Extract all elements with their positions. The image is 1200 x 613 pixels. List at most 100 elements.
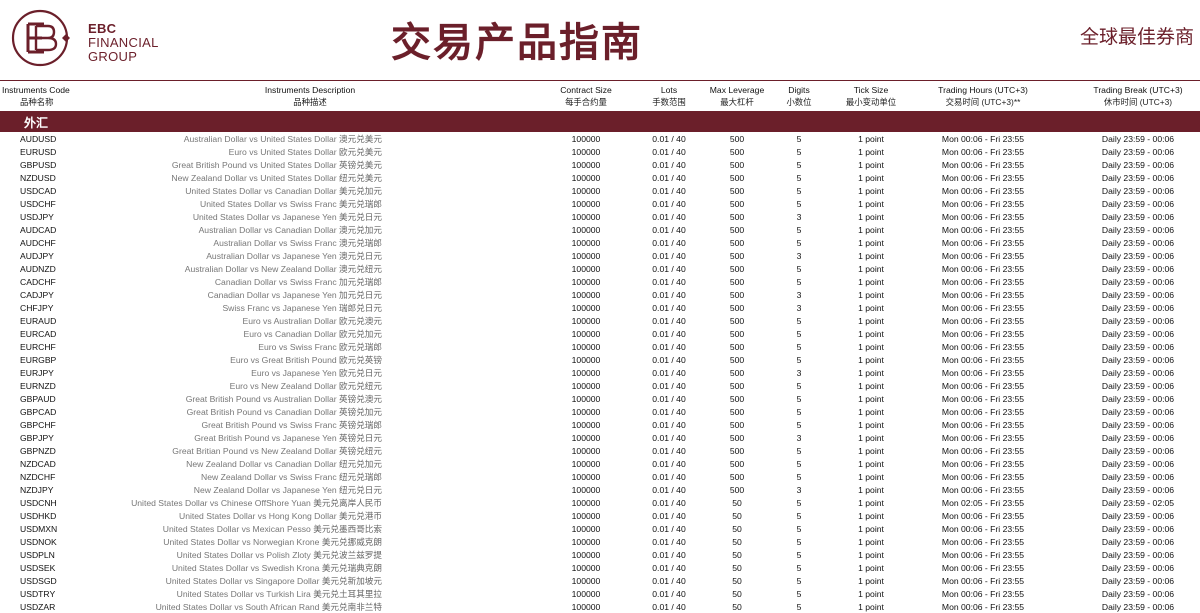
header-slogan: 全球最佳券商 — [1079, 26, 1194, 48]
description-en: Euro vs Swiss Franc — [258, 342, 337, 352]
instrument-description: Euro vs Swiss Franc 欧元兑瑞郎 — [258, 341, 382, 354]
max-leverage: 50 — [732, 498, 742, 508]
trading-hours: Mon 00:06 - Fri 23:55 — [941, 524, 1025, 534]
trading-hours: Mon 00:06 - Fri 23:55 — [941, 186, 1025, 196]
description-en: Australian Dollar vs Canadian Dollar — [198, 225, 337, 235]
page-title: 交易产品指南 — [391, 19, 643, 66]
instrument-description: New Zealand Dollar vs Japanese Yen 纽元兑日元 — [194, 484, 382, 497]
max-leverage: 500 — [729, 134, 745, 144]
tick-size: 1 point — [858, 420, 884, 430]
tick-size: 1 point — [858, 511, 884, 521]
digits: 5 — [796, 472, 802, 482]
contract-size: 100000 — [571, 433, 601, 443]
description-en: United States Dollar vs Turkish Lira — [176, 589, 311, 599]
lots-range: 0.01 / 40 — [652, 212, 686, 222]
description-en: United States Dollar vs Mexican Pesso — [162, 524, 311, 534]
instrument-code: AUDCAD — [20, 225, 57, 235]
col-header-en: Max Leverage — [709, 85, 765, 95]
instrument-description: Great Britian Pound vs New Zealand Dolla… — [172, 445, 382, 458]
description-en: Canadian Dollar vs Japanese Yen — [207, 290, 337, 300]
trading-hours: Mon 00:06 - Fri 23:55 — [941, 537, 1025, 547]
description-en: Swiss Franc vs Japanese Yen — [222, 303, 337, 313]
digits: 5 — [796, 394, 802, 404]
digits: 3 — [796, 212, 802, 222]
instrument-code: USDCHF — [20, 199, 56, 209]
max-leverage: 500 — [729, 446, 745, 456]
lots-range: 0.01 / 40 — [652, 459, 686, 469]
contract-size: 100000 — [571, 524, 601, 534]
tick-size: 1 point — [858, 407, 884, 417]
instrument-description: Australian Dollar vs Japanese Yen 澳元兑日元 — [206, 250, 382, 263]
tick-size: 1 point — [858, 485, 884, 495]
table-row: USDMXN United States Dollar vs Mexican Pe… — [0, 523, 1200, 536]
trading-break: Daily 23:59 - 00:06 — [1101, 459, 1175, 469]
contract-size: 100000 — [571, 407, 601, 417]
tick-size: 1 point — [858, 524, 884, 534]
description-cn: 美元兑日元 — [339, 212, 382, 222]
col-header-max-leverage: Max Leverage 最大杠杆 — [710, 84, 764, 108]
digits: 3 — [796, 303, 802, 313]
instrument-description: Australian Dollar vs United States Dolla… — [184, 133, 382, 146]
contract-size: 100000 — [571, 355, 601, 365]
col-header-en: Digits — [788, 85, 810, 95]
instrument-description: Euro vs New Zealand Dollar 欧元兑纽元 — [230, 380, 382, 393]
trading-hours: Mon 00:06 - Fri 23:55 — [941, 303, 1025, 313]
table-row: AUDCAD Australian Dollar vs Canadian Doll… — [0, 224, 1200, 237]
instrument-description: Great British Pound vs Swiss Franc 英镑兑瑞郎 — [201, 419, 382, 432]
max-leverage: 500 — [729, 238, 745, 248]
col-header-cn: 手数范围 — [652, 97, 686, 107]
contract-size: 100000 — [571, 225, 601, 235]
lots-range: 0.01 / 40 — [652, 446, 686, 456]
max-leverage: 500 — [729, 472, 745, 482]
max-leverage: 500 — [729, 394, 745, 404]
instrument-code: CHFJPY — [20, 303, 54, 313]
table-row: AUDUSD Australian Dollar vs United States… — [0, 133, 1200, 146]
instrument-description: Canadian Dollar vs Japanese Yen 加元兑日元 — [208, 289, 382, 302]
table-row: NZDJPY New Zealand Dollar vs Japanese Yen… — [0, 484, 1200, 497]
instrument-description: Euro vs Australian Dollar 欧元兑澳元 — [243, 315, 382, 328]
contract-size: 100000 — [571, 537, 601, 547]
contract-size: 100000 — [571, 251, 601, 261]
trading-break: Daily 23:59 - 00:06 — [1101, 199, 1175, 209]
trading-hours: Mon 00:06 - Fri 23:55 — [941, 472, 1025, 482]
lots-range: 0.01 / 40 — [652, 186, 686, 196]
table-row: CHFJPY Swiss Franc vs Japanese Yen 瑞郎兑日元 1… — [0, 302, 1200, 315]
tick-size: 1 point — [858, 459, 884, 469]
description-cn: 美元兑南非兰特 — [321, 602, 382, 612]
instrument-code: USDPLN — [20, 550, 55, 560]
col-header-lots: Lots 手数范围 — [652, 84, 686, 108]
max-leverage: 500 — [729, 251, 745, 261]
contract-size: 100000 — [571, 368, 601, 378]
tick-size: 1 point — [858, 446, 884, 456]
description-en: Australian Dollar vs United States Dolla… — [183, 134, 337, 144]
table-row: AUDCHF Australian Dollar vs Swiss Franc 澳… — [0, 237, 1200, 250]
trading-hours: Mon 00:06 - Fri 23:55 — [941, 433, 1025, 443]
max-leverage: 50 — [732, 589, 742, 599]
trading-break: Daily 23:59 - 00:06 — [1101, 576, 1175, 586]
instrument-description: Euro vs Canadian Dollar 欧元兑加元 — [243, 328, 382, 341]
trading-break: Daily 23:59 - 00:06 — [1101, 550, 1175, 560]
description-en: Euro vs Japanese Yen — [251, 368, 337, 378]
trading-hours: Mon 00:06 - Fri 23:55 — [941, 316, 1025, 326]
max-leverage: 500 — [729, 407, 745, 417]
instrument-description: United States Dollar vs Canadian Dollar … — [185, 185, 382, 198]
instrument-code: EURAUD — [20, 316, 57, 326]
contract-size: 100000 — [571, 147, 601, 157]
table-row: CADCHF Canadian Dollar vs Swiss Franc 加元兑… — [0, 276, 1200, 289]
contract-size: 100000 — [571, 394, 601, 404]
contract-size: 100000 — [571, 329, 601, 339]
instrument-code: GBPCHF — [20, 420, 56, 430]
tick-size: 1 point — [858, 303, 884, 313]
digits: 5 — [796, 238, 802, 248]
instrument-code: CADJPY — [20, 290, 54, 300]
max-leverage: 500 — [729, 381, 745, 391]
description-cn: 美元兑港币 — [339, 511, 382, 521]
contract-size: 100000 — [571, 199, 601, 209]
description-cn: 欧元兑纽元 — [339, 381, 382, 391]
trading-break: Daily 23:59 - 00:06 — [1101, 225, 1175, 235]
page-header: EBC FINANCIAL GROUP 交易产品指南 全球最佳券商 — [0, 0, 1200, 80]
tick-size: 1 point — [858, 602, 884, 612]
description-en: United States Dollar vs Singapore Dollar — [165, 576, 320, 586]
table-row: GBPNZD Great Britian Pound vs New Zealand… — [0, 445, 1200, 458]
trading-hours: Mon 00:06 - Fri 23:55 — [941, 485, 1025, 495]
